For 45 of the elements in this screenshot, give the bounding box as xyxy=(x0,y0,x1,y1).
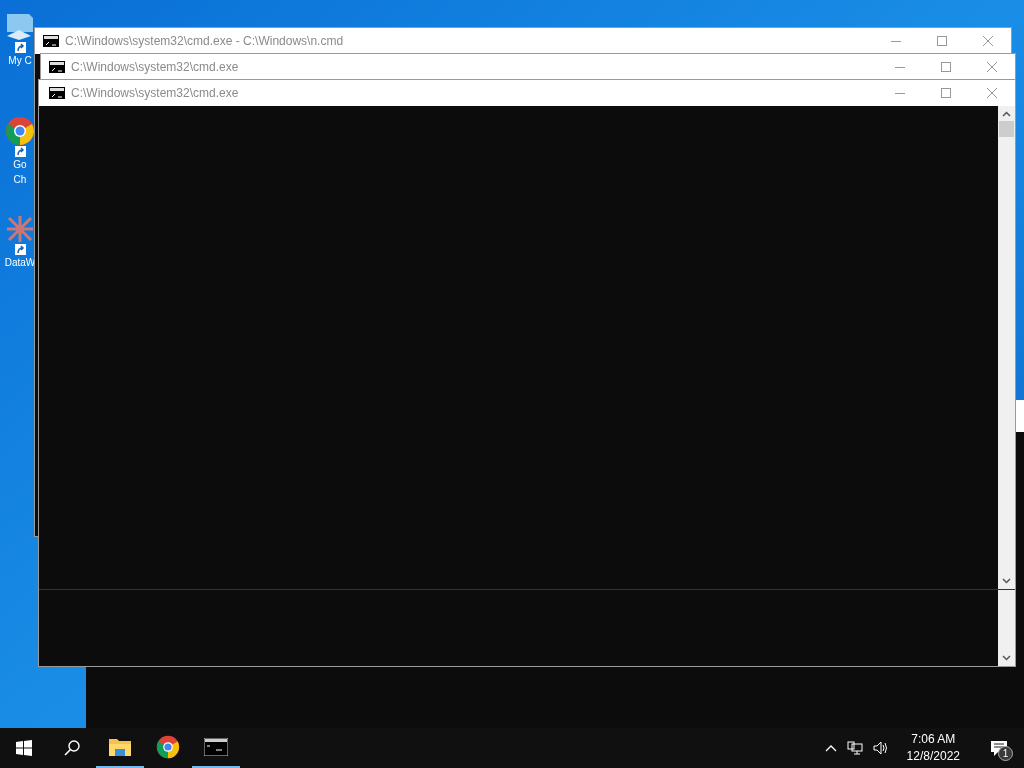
close-icon xyxy=(987,88,997,98)
maximize-icon xyxy=(937,36,947,46)
windows-logo-icon xyxy=(16,740,32,756)
computer-icon xyxy=(5,12,35,42)
search-icon xyxy=(64,740,80,756)
window-edge xyxy=(1016,400,1024,432)
window-title: C:\Windows\system32\cmd.exe xyxy=(71,85,239,102)
speaker-icon[interactable] xyxy=(872,741,889,755)
title-bar[interactable]: C:\Windows\system32\cmd.exe - C:\Windows\n.cmd xyxy=(35,28,1011,54)
window-title: C:\Windows\system32\cmd.exe xyxy=(71,59,239,76)
notification-badge: 1 xyxy=(998,746,1013,761)
close-icon xyxy=(983,36,993,46)
console-icon xyxy=(49,61,65,73)
scroll-down-icon[interactable] xyxy=(1002,578,1011,584)
title-bar[interactable]: C:\Windows\system32\cmd.exe xyxy=(41,54,1015,80)
icon-label: Go xyxy=(13,158,27,172)
chrome-icon xyxy=(156,735,180,759)
window-title: C:\Windows\system32\cmd.exe - C:\Windows\n.cmd xyxy=(65,33,344,50)
grid-icon xyxy=(5,214,35,244)
maximize-icon xyxy=(941,62,951,72)
icon-label: DataW xyxy=(4,256,36,270)
clock[interactable]: 7:06 AM 12/8/2022 xyxy=(898,731,968,765)
shortcut-arrow-icon xyxy=(14,244,26,255)
shortcut-arrow-icon xyxy=(14,42,26,53)
shortcut-arrow-icon xyxy=(14,146,26,157)
chrome-icon xyxy=(5,116,35,146)
minimize-icon xyxy=(895,66,905,68)
maximize-icon xyxy=(941,88,951,98)
scrollbar[interactable] xyxy=(998,106,1015,589)
console-icon xyxy=(43,35,59,47)
console-icon xyxy=(49,87,65,99)
scroll-down-icon[interactable] xyxy=(1002,655,1011,661)
scrollbar[interactable] xyxy=(998,590,1015,666)
network-icon[interactable] xyxy=(846,741,863,755)
folder-icon xyxy=(108,737,132,757)
close-icon xyxy=(987,62,997,72)
minimize-icon xyxy=(891,40,901,42)
icon-label: Ch xyxy=(13,173,27,187)
minimize-icon xyxy=(895,92,905,94)
console-icon xyxy=(204,738,228,756)
scroll-thumb[interactable] xyxy=(999,121,1014,137)
icon-label: My C xyxy=(8,54,32,68)
title-bar[interactable]: C:\Windows\system32\cmd.exe xyxy=(39,80,1015,106)
chevron-up-icon[interactable] xyxy=(824,744,837,752)
scroll-up-icon[interactable] xyxy=(1002,111,1011,117)
